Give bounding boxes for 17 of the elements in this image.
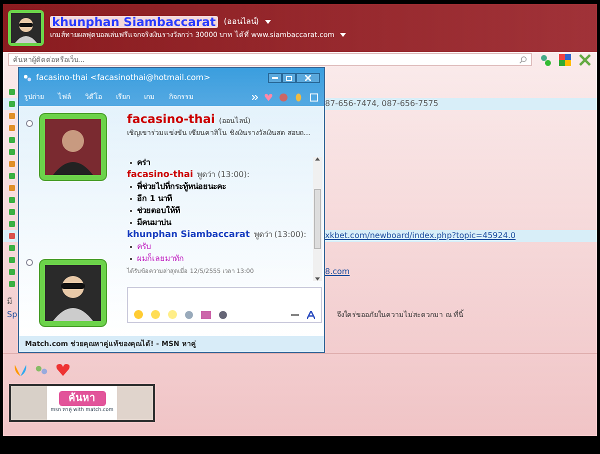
message-text: อีก 1 นาที	[137, 192, 172, 204]
sender-name: khunphan Siambaccarat	[127, 228, 250, 240]
message-text: ครับ	[137, 240, 151, 252]
profile-name: khunphan Siambaccarat	[50, 16, 218, 28]
message-text: มีคนมาบ่น	[137, 216, 171, 228]
message-text: คร่า	[137, 156, 150, 168]
message-text: พี่ช่วยไปที่กระทู้หน่อยนะคะ	[137, 180, 226, 192]
message-text: ช่วยตอบให้ที	[137, 204, 180, 216]
window-title: facasino-thai <facasinothai@hotmail.com>	[36, 72, 210, 84]
notice-text: มี	[7, 296, 13, 308]
contact-name: facasino-thai	[127, 111, 216, 128]
message-text: ผมก็เลยมาทัก	[137, 252, 184, 264]
message-time: พูดว่า (13:00):	[254, 228, 306, 240]
profile-status: (ออนไลน์)	[224, 16, 259, 28]
sender-name: facasino-thai	[127, 168, 194, 180]
message-time: พูดว่า (13:00):	[197, 168, 250, 180]
contact-info: 87-656-7474, 087-656-7575	[325, 98, 438, 110]
